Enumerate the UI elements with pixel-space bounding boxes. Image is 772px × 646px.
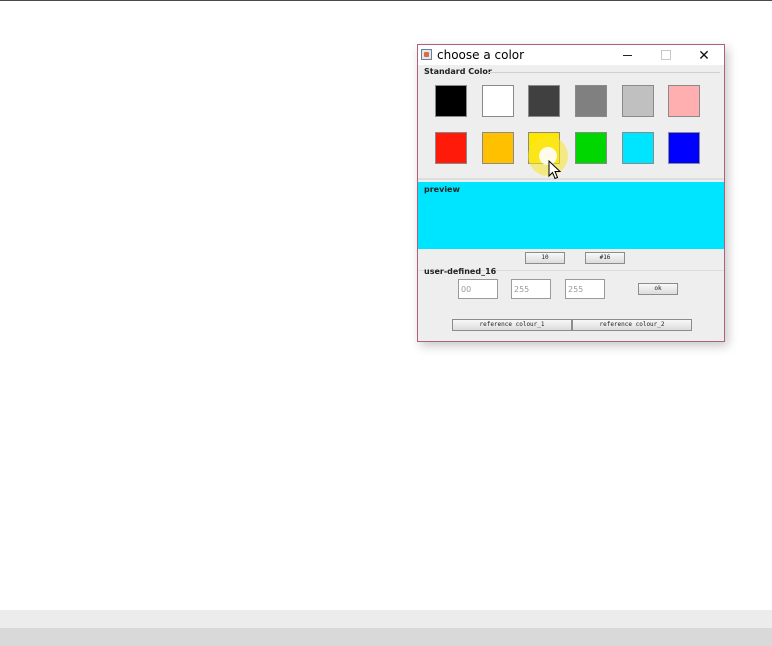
top-border-line	[0, 0, 772, 1]
preview-label: preview	[424, 185, 460, 194]
mouse-pointer-icon	[548, 160, 562, 180]
swatch-green[interactable]	[575, 132, 607, 164]
swatch-orange[interactable]	[482, 132, 514, 164]
taskbar-upper	[0, 610, 772, 628]
java-app-icon	[421, 49, 432, 60]
swatch-blue[interactable]	[668, 132, 700, 164]
reference-colour-2-button[interactable]: reference colour_2	[572, 319, 692, 331]
swatch-black[interactable]	[435, 85, 467, 117]
minimize-button[interactable]	[608, 45, 648, 65]
swatch-pink[interactable]	[668, 85, 700, 117]
taskbar-lower	[0, 628, 772, 646]
dialog-title: choose a color	[437, 48, 525, 62]
section-divider	[418, 178, 724, 180]
swatch-white[interactable]	[482, 85, 514, 117]
close-button[interactable]: ✕	[684, 45, 724, 65]
swatch-light-gray[interactable]	[622, 85, 654, 117]
blue-value-field[interactable]: 255	[565, 279, 605, 299]
preview-panel	[418, 182, 724, 249]
ok-button[interactable]: ok	[638, 283, 678, 295]
user-defined-label: user-defined_16	[424, 267, 497, 276]
red-value-field[interactable]: 00	[458, 279, 498, 299]
maximize-button[interactable]	[646, 45, 686, 65]
standard-color-divider	[488, 72, 720, 73]
swatch-gray[interactable]	[575, 85, 607, 117]
reference-colour-1-button[interactable]: reference colour_1	[452, 319, 572, 331]
title-bar[interactable]: choose a color ✕	[418, 45, 724, 65]
swatch-dark-gray[interactable]	[528, 85, 560, 117]
decimal-mode-button[interactable]: 10	[525, 252, 565, 264]
swatch-cyan[interactable]	[622, 132, 654, 164]
green-value-field[interactable]: 255	[511, 279, 551, 299]
standard-color-label: Standard Color	[424, 67, 492, 76]
hex-mode-button[interactable]: #16	[585, 252, 625, 264]
swatch-red[interactable]	[435, 132, 467, 164]
choose-color-dialog: choose a color ✕ Standard Color preview …	[417, 44, 725, 342]
